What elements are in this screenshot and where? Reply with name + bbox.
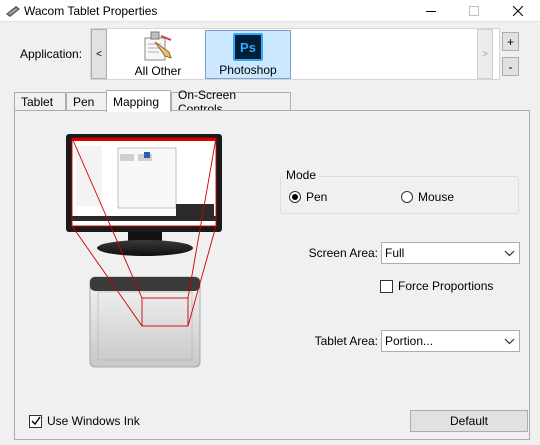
- screen-area-value: Full: [385, 246, 405, 260]
- app-tile-label: Photoshop: [219, 63, 277, 77]
- minimize-icon: [426, 11, 436, 12]
- tablet-area-select[interactable]: Portion...: [381, 330, 520, 352]
- radio-selected-icon: [289, 191, 301, 203]
- wacom-tablet-icon: [6, 6, 20, 17]
- use-windows-ink-checkbox[interactable]: Use Windows Ink: [29, 414, 140, 428]
- chevron-down-icon: [504, 338, 515, 345]
- mapping-illustration: [66, 134, 222, 368]
- checkbox-checked-icon: [29, 414, 42, 428]
- app-tile-photoshop[interactable]: Ps Photoshop: [205, 30, 291, 79]
- tablet-icon: [89, 276, 201, 368]
- screen-area-select[interactable]: Full: [381, 242, 520, 264]
- default-button[interactable]: Default: [410, 410, 528, 432]
- mode-mouse-label: Mouse: [418, 190, 455, 204]
- tablet-area-value: Portion...: [385, 334, 434, 348]
- use-windows-ink-label: Use Windows Ink: [47, 414, 140, 428]
- screen-area-label: Screen Area:: [308, 246, 378, 260]
- application-label: Application:: [20, 47, 83, 61]
- maximize-button[interactable]: [454, 0, 494, 22]
- checkbox-unchecked-icon: [380, 279, 393, 293]
- photoshop-icon-text: Ps: [240, 39, 256, 55]
- app-tile-all-other[interactable]: All Other: [115, 30, 201, 79]
- tablet-area-label: Tablet Area:: [314, 334, 378, 348]
- chevron-down-icon: [504, 250, 515, 257]
- remove-application-button[interactable]: -: [502, 57, 519, 76]
- mode-legend: Mode: [283, 168, 320, 182]
- force-proportions-checkbox[interactable]: Force Proportions: [380, 279, 493, 293]
- mode-pen-label: Pen: [306, 190, 328, 204]
- mode-mouse-radio[interactable]: Mouse: [401, 190, 454, 204]
- application-list: < All Other Ps Photoshop >: [90, 28, 500, 80]
- title-bar: Wacom Tablet Properties: [0, 0, 540, 22]
- tab-mapping[interactable]: Mapping: [106, 90, 171, 112]
- tab-on-screen-controls[interactable]: On-Screen Controls: [171, 88, 291, 116]
- tab-tablet[interactable]: Tablet: [14, 92, 66, 111]
- next-application-button[interactable]: >: [477, 29, 493, 79]
- maximize-icon: [469, 6, 479, 16]
- radio-unselected-icon: [401, 191, 413, 203]
- force-proportions-label: Force Proportions: [398, 279, 494, 293]
- photoshop-icon: Ps: [233, 33, 263, 61]
- minimize-button[interactable]: [411, 0, 451, 22]
- app-tile-label: All Other: [134, 64, 182, 78]
- all-other-apps-icon: [144, 31, 172, 61]
- mode-pen-radio[interactable]: Pen: [289, 190, 327, 204]
- add-application-button[interactable]: +: [502, 32, 519, 51]
- close-icon: [513, 6, 523, 16]
- previous-application-button[interactable]: <: [91, 29, 107, 79]
- close-button[interactable]: [498, 0, 538, 22]
- window-title: Wacom Tablet Properties: [24, 4, 158, 18]
